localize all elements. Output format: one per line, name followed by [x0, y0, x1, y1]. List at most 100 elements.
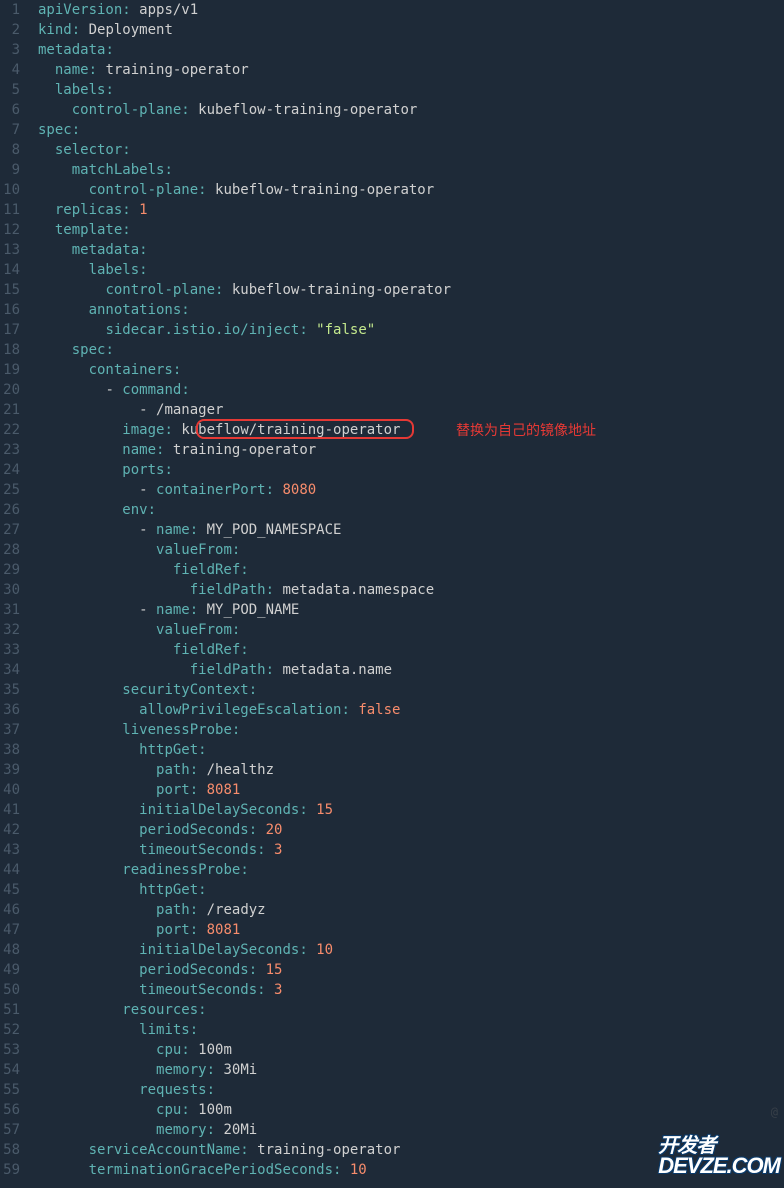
line-number: 35 [0, 680, 20, 700]
line-number: 16 [0, 300, 20, 320]
code-line: - /manager [38, 400, 784, 420]
line-number: 18 [0, 340, 20, 360]
code-line: - command: [38, 380, 784, 400]
line-number: 53 [0, 1040, 20, 1060]
code-line: fieldPath: metadata.name [38, 660, 784, 680]
line-number: 15 [0, 280, 20, 300]
code-line: annotations: [38, 300, 784, 320]
line-number: 29 [0, 560, 20, 580]
line-number: 48 [0, 940, 20, 960]
line-number: 33 [0, 640, 20, 660]
code-line: memory: 30Mi [38, 1060, 784, 1080]
line-number: 50 [0, 980, 20, 1000]
code-line: readinessProbe: [38, 860, 784, 880]
line-number: 38 [0, 740, 20, 760]
code-line: port: 8081 [38, 920, 784, 940]
code-editor: 1234567891011121314151617181920212223242… [0, 0, 784, 1180]
line-number: 27 [0, 520, 20, 540]
line-number: 45 [0, 880, 20, 900]
line-number: 49 [0, 960, 20, 980]
line-number: 55 [0, 1080, 20, 1100]
code-line: path: /healthz [38, 760, 784, 780]
line-number: 51 [0, 1000, 20, 1020]
line-number: 42 [0, 820, 20, 840]
line-number: 5 [0, 80, 20, 100]
line-number: 4 [0, 60, 20, 80]
line-number: 25 [0, 480, 20, 500]
line-number: 54 [0, 1060, 20, 1080]
line-number: 30 [0, 580, 20, 600]
code-line: control-plane: kubeflow-training-operato… [38, 280, 784, 300]
code-area: apiVersion: apps/v1kind: Deployment metad… [32, 0, 784, 1180]
line-number: 57 [0, 1120, 20, 1140]
line-number: 10 [0, 180, 20, 200]
line-number: 43 [0, 840, 20, 860]
code-line: spec: [38, 340, 784, 360]
callout-annotation-text: 替换为自己的镜像地址 [456, 420, 596, 440]
site-logo: 开发者 DEVZE.COM [658, 1135, 780, 1176]
code-line: initialDelaySeconds: 10 [38, 940, 784, 960]
line-number: 13 [0, 240, 20, 260]
line-number: 40 [0, 780, 20, 800]
code-line: labels: [38, 260, 784, 280]
code-line: limits: [38, 1020, 784, 1040]
line-number: 46 [0, 900, 20, 920]
line-number: 24 [0, 460, 20, 480]
logo-en: DEVZE.COM [658, 1153, 780, 1178]
line-number: 3 [0, 40, 20, 60]
code-line: replicas: 1 [38, 200, 784, 220]
line-number: 9 [0, 160, 20, 180]
code-line: timeoutSeconds: 3 [38, 840, 784, 860]
code-line: valueFrom: [38, 620, 784, 640]
code-line: fieldRef: [38, 640, 784, 660]
line-number: 22 [0, 420, 20, 440]
code-line: template: [38, 220, 784, 240]
code-line: - containerPort: 8080 [38, 480, 784, 500]
code-line: image: kubeflow/training-operator替换为自己的镜… [38, 420, 784, 440]
code-line: - name: MY_POD_NAMESPACE [38, 520, 784, 540]
code-line: control-plane: kubeflow-training-operato… [38, 100, 784, 120]
line-number: 32 [0, 620, 20, 640]
code-line: periodSeconds: 15 [38, 960, 784, 980]
code-line: env: [38, 500, 784, 520]
line-number: 41 [0, 800, 20, 820]
code-line: httpGet: [38, 880, 784, 900]
line-number-gutter: 1234567891011121314151617181920212223242… [0, 0, 32, 1180]
code-line: name: training-operator [38, 60, 784, 80]
code-line: - name: MY_POD_NAME [38, 600, 784, 620]
code-line: fieldRef: [38, 560, 784, 580]
line-number: 37 [0, 720, 20, 740]
code-line: path: /readyz [38, 900, 784, 920]
line-number: 8 [0, 140, 20, 160]
code-line: metadata: [38, 240, 784, 260]
line-number: 21 [0, 400, 20, 420]
line-number: 31 [0, 600, 20, 620]
code-line: kind: Deployment [38, 20, 784, 40]
line-number: 17 [0, 320, 20, 340]
line-number: 6 [0, 100, 20, 120]
code-line: name: training-operator [38, 440, 784, 460]
code-line: ports: [38, 460, 784, 480]
code-line: livenessProbe: [38, 720, 784, 740]
code-line: port: 8081 [38, 780, 784, 800]
line-number: 23 [0, 440, 20, 460]
code-line: spec: [38, 120, 784, 140]
code-line: fieldPath: metadata.namespace [38, 580, 784, 600]
line-number: 20 [0, 380, 20, 400]
line-number: 36 [0, 700, 20, 720]
line-number: 56 [0, 1100, 20, 1120]
code-line: labels: [38, 80, 784, 100]
code-line: sidecar.istio.io/inject: "false" [38, 320, 784, 340]
code-line: timeoutSeconds: 3 [38, 980, 784, 1000]
code-line: valueFrom: [38, 540, 784, 560]
code-line: matchLabels: [38, 160, 784, 180]
line-number: 14 [0, 260, 20, 280]
code-line: apiVersion: apps/v1 [38, 0, 784, 20]
code-line: httpGet: [38, 740, 784, 760]
line-number: 39 [0, 760, 20, 780]
line-number: 7 [0, 120, 20, 140]
code-line: periodSeconds: 20 [38, 820, 784, 840]
code-line: cpu: 100m@ [38, 1100, 784, 1120]
code-line: securityContext: [38, 680, 784, 700]
line-number: 47 [0, 920, 20, 940]
